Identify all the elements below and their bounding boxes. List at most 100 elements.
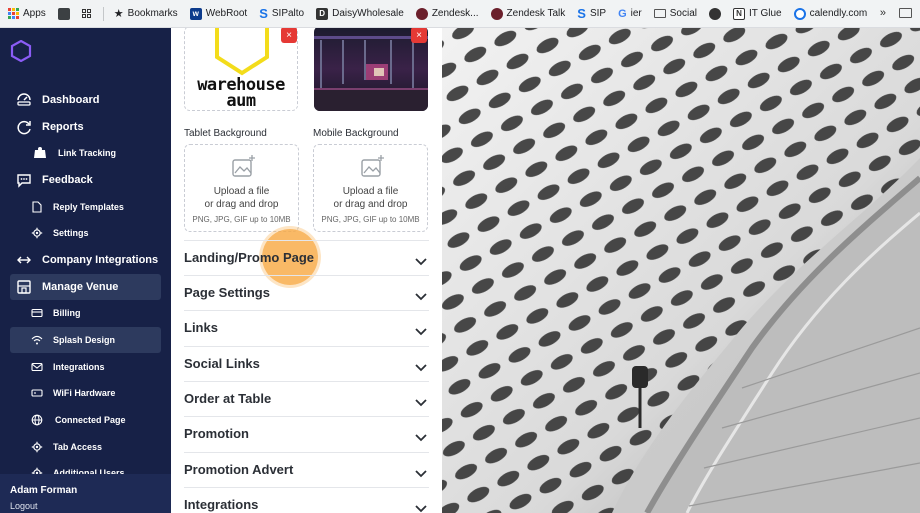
sidebar-item-wifi-hardware[interactable]: WiFi Hardware [10,380,161,406]
sidebar-item-tab-access[interactable]: Tab Access [10,434,161,460]
logout-link[interactable]: Logout [10,501,38,511]
section-integrations[interactable]: Integrations [184,487,429,513]
sidebar-item-label: Billing [53,308,81,318]
star-icon: ★ [113,8,124,20]
chevron-down-icon[interactable] [415,394,427,412]
bookmark-globe[interactable] [709,7,722,20]
sidebar-item-integrations[interactable]: Integrations [10,354,161,380]
bookmark-daisy[interactable]: D DaisyWholesale [316,7,404,20]
section-promotion[interactable]: Promotion [184,416,429,451]
document-icon [31,201,43,213]
daisy-icon: D [316,7,329,20]
sidebar-item-company-integrations[interactable]: Company Integrations [10,247,161,273]
sidebar-item-link-tracking[interactable]: Link Tracking [10,140,161,166]
bookmark-label: calendly.com [809,8,868,19]
tablet-upload-dropzone[interactable]: Upload a file or drag and drop PNG, JPG,… [184,144,299,232]
sidebar-item-reply-templates[interactable]: Reply Templates [10,194,161,220]
sidebar-item-billing[interactable]: Billing [10,300,161,326]
sip-icon: S [577,6,586,21]
bookmark-sip[interactable]: S SIP [577,6,606,21]
bookmark-label: IT Glue [749,8,782,19]
sidebar-item-label: Reports [42,121,84,133]
gear-icon [31,441,43,453]
google-icon: G [618,7,627,20]
image-upload-icon [232,155,255,177]
file-types-hint: PNG, JPG, GIF up to 10MB [192,215,291,224]
more-bookmarks-button[interactable]: » [880,7,886,19]
section-title: Integrations [184,497,259,512]
sipalto-icon: S [259,6,268,21]
upload-link[interactable]: Upload a file [185,186,298,197]
bookmark-apps[interactable]: Apps [8,8,46,19]
sidebar-item-label: Reply Templates [53,202,124,212]
bookmark-calendly[interactable]: calendly.com [793,7,868,20]
bookmark-label: DaisyWholesale [332,8,404,19]
bookmark-square[interactable] [57,7,70,20]
section-order-at-table[interactable]: Order at Table [184,381,429,416]
sidebar-item-manage-venue[interactable]: Manage Venue [10,274,161,300]
bookmark-label: SIPalto [271,8,305,19]
app-logo-icon[interactable] [10,40,32,62]
zendesk-icon [415,7,428,20]
mobile-upload-dropzone[interactable]: Upload a file or drag and drop PNG, JPG,… [313,144,428,232]
splash-design-panel: warehouse aum × × Tablet Background Mobi… [171,28,442,513]
calendly-icon [793,7,806,20]
chevron-down-icon[interactable] [415,359,427,377]
bookmark-zendesk-talk[interactable]: Zendesk Talk [490,7,565,20]
sidebar-item-feedback[interactable]: Feedback [10,167,161,193]
bookmark-webroot[interactable]: w WebRoot [189,7,248,20]
image-upload-icon [361,155,384,177]
section-social-links[interactable]: Social Links [184,346,429,381]
bookmark-sipalto[interactable]: S SIPalto [259,6,304,21]
sidebar-item-label: Link Tracking [58,148,117,158]
zendesk-icon [490,7,503,20]
other-bookmarks-folder-icon[interactable] [899,8,912,18]
file-types-hint: PNG, JPG, GIF up to 10MB [321,215,420,224]
building-icon [16,279,32,295]
section-page-settings[interactable]: Page Settings [184,275,429,310]
section-title: Promotion Advert [184,462,294,477]
bookmark-label: Bookmarks [127,8,178,19]
chevron-down-icon[interactable] [415,323,427,341]
hardware-icon [31,387,43,399]
bookmark-label: ier [630,8,642,19]
mail-icon [31,361,43,373]
sidebar-item-reports[interactable]: Reports [10,114,161,140]
bookmark-label: WebRoot [205,8,248,19]
remove-background-button[interactable]: × [411,28,427,43]
chevron-down-icon[interactable] [415,465,427,483]
bookmark-google[interactable]: G ier [618,8,642,20]
section-title: Social Links [184,356,260,371]
sidebar-item-label: Dashboard [42,94,100,106]
chevron-down-icon[interactable] [415,429,427,447]
bookmark-grid[interactable] [81,9,91,18]
upload-link[interactable]: Upload a file [314,186,427,197]
chevron-down-icon[interactable] [415,253,427,271]
itglue-icon: N [733,7,746,20]
chevron-down-icon[interactable] [415,500,427,513]
section-links[interactable]: Links [184,310,429,345]
bookmark-social[interactable]: Social [653,8,697,19]
sidebar-item-settings[interactable]: Settings [10,220,161,246]
gear-icon [31,227,43,239]
sidebar-item-splash-design[interactable]: Splash Design [10,327,161,353]
bookmark-zendesk[interactable]: Zendesk... [415,7,479,20]
drag-drop-text: or drag and drop [333,199,408,210]
section-landing-promo-page[interactable]: Landing/Promo Page [184,240,429,275]
bookmarks-bar: Apps ★ Bookmarks w WebRoot S SIPalto D D… [0,0,920,28]
bookmark-bookmarks[interactable]: ★ Bookmarks [114,7,178,20]
chevron-down-icon[interactable] [415,288,427,306]
apps-grid-icon [8,8,19,19]
remove-logo-button[interactable]: × [281,28,297,43]
section-title: Order at Table [184,391,272,406]
globe-icon [709,7,722,20]
section-promotion-advert[interactable]: Promotion Advert [184,452,429,487]
sidebar: Dashboard Reports Link Tracking Feedback Rep… [0,28,171,513]
bookmark-itglue[interactable]: N IT Glue [733,7,782,20]
sidebar-item-dashboard[interactable]: Dashboard [10,87,161,113]
sidebar-item-connected-page[interactable]: Connected Page [10,407,161,433]
globe-icon [31,414,43,426]
billing-icon [31,307,43,319]
folder-icon [653,9,666,18]
bookmark-separator [102,6,104,21]
